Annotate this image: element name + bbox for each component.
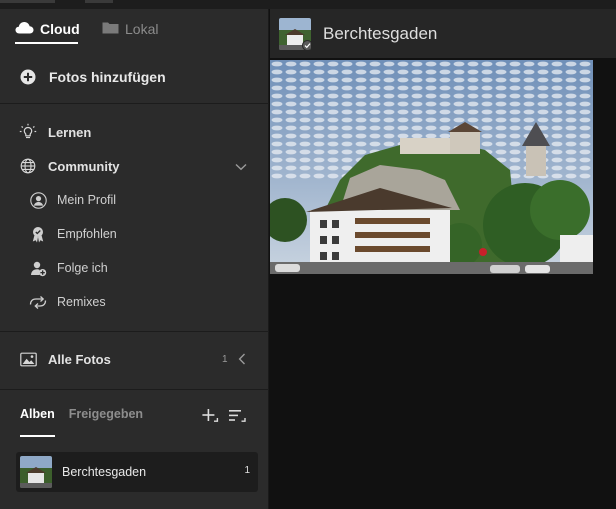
album-item[interactable]: Berchtesgaden 1 xyxy=(16,452,258,492)
add-circle-icon xyxy=(19,68,37,86)
sort-albums-button[interactable] xyxy=(227,409,247,427)
nav-item-my-profile-label: Mein Profil xyxy=(57,193,117,207)
tab-cloud[interactable]: Cloud xyxy=(15,18,80,40)
follow-user-icon xyxy=(29,259,47,277)
cloud-icon xyxy=(15,21,34,37)
sidebar: Cloud Lokal Fotos hinzufügen Lernen Comm… xyxy=(0,9,269,509)
synced-check-icon xyxy=(302,39,311,50)
all-photos-count: 1 xyxy=(222,354,228,365)
photo-library-icon xyxy=(19,350,37,368)
nav-item-learn[interactable]: Lernen xyxy=(19,123,91,141)
tab-cloud-label: Cloud xyxy=(40,21,80,37)
active-album-tab-indicator xyxy=(20,435,55,437)
nav-item-following-label: Folge ich xyxy=(57,261,108,275)
nav-item-my-profile[interactable]: Mein Profil xyxy=(29,191,116,209)
nav-item-learn-label: Lernen xyxy=(48,124,92,140)
window-top-strip xyxy=(0,0,616,9)
top-strip-segment xyxy=(85,0,113,3)
folder-icon xyxy=(102,21,119,37)
remix-icon xyxy=(29,293,47,311)
chevron-down-icon[interactable] xyxy=(233,160,249,174)
globe-icon xyxy=(19,157,37,175)
nav-item-following[interactable]: Folge ich xyxy=(29,259,108,277)
divider xyxy=(0,103,269,104)
tab-shared[interactable]: Freigegeben xyxy=(69,407,143,421)
tab-local-label: Lokal xyxy=(125,21,159,37)
add-photos-label: Fotos hinzufügen xyxy=(49,69,166,85)
tab-local[interactable]: Lokal xyxy=(102,18,158,40)
top-strip-segment xyxy=(0,0,55,3)
album-title: Berchtesgaden xyxy=(323,23,438,43)
add-album-button[interactable] xyxy=(201,407,219,430)
divider xyxy=(0,389,269,390)
nav-item-community-label: Community xyxy=(48,158,120,174)
album-name: Berchtesgaden xyxy=(62,465,147,479)
chevron-left-icon[interactable] xyxy=(235,352,249,366)
award-ribbon-icon xyxy=(29,225,47,243)
album-cover-thumbnail xyxy=(279,17,311,50)
album-tabs: Alben Freigegeben xyxy=(20,407,143,421)
sort-icon xyxy=(228,407,247,430)
album-count: 1 xyxy=(244,465,250,476)
active-tab-indicator xyxy=(15,42,78,44)
lightbulb-icon xyxy=(19,123,37,141)
nav-item-featured[interactable]: Empfohlen xyxy=(29,225,117,243)
nav-item-remixes[interactable]: Remixes xyxy=(29,293,106,311)
add-photos-button[interactable]: Fotos hinzufügen xyxy=(19,68,166,86)
nav-item-remixes-label: Remixes xyxy=(57,295,106,309)
source-tabs: Cloud Lokal xyxy=(0,9,269,49)
album-thumbnail xyxy=(20,456,52,488)
nav-item-all-photos-label: Alle Fotos xyxy=(48,351,111,367)
user-profile-icon xyxy=(29,191,47,209)
nav-item-all-photos[interactable]: Alle Fotos xyxy=(19,350,111,368)
photo-thumbnail[interactable] xyxy=(270,60,593,274)
plus-icon xyxy=(201,407,219,430)
divider xyxy=(0,331,269,332)
nav-item-community[interactable]: Community xyxy=(19,157,120,175)
album-header: Berchtesgaden xyxy=(270,9,616,58)
tab-albums[interactable]: Alben xyxy=(20,407,55,421)
nav-item-featured-label: Empfohlen xyxy=(57,227,117,241)
